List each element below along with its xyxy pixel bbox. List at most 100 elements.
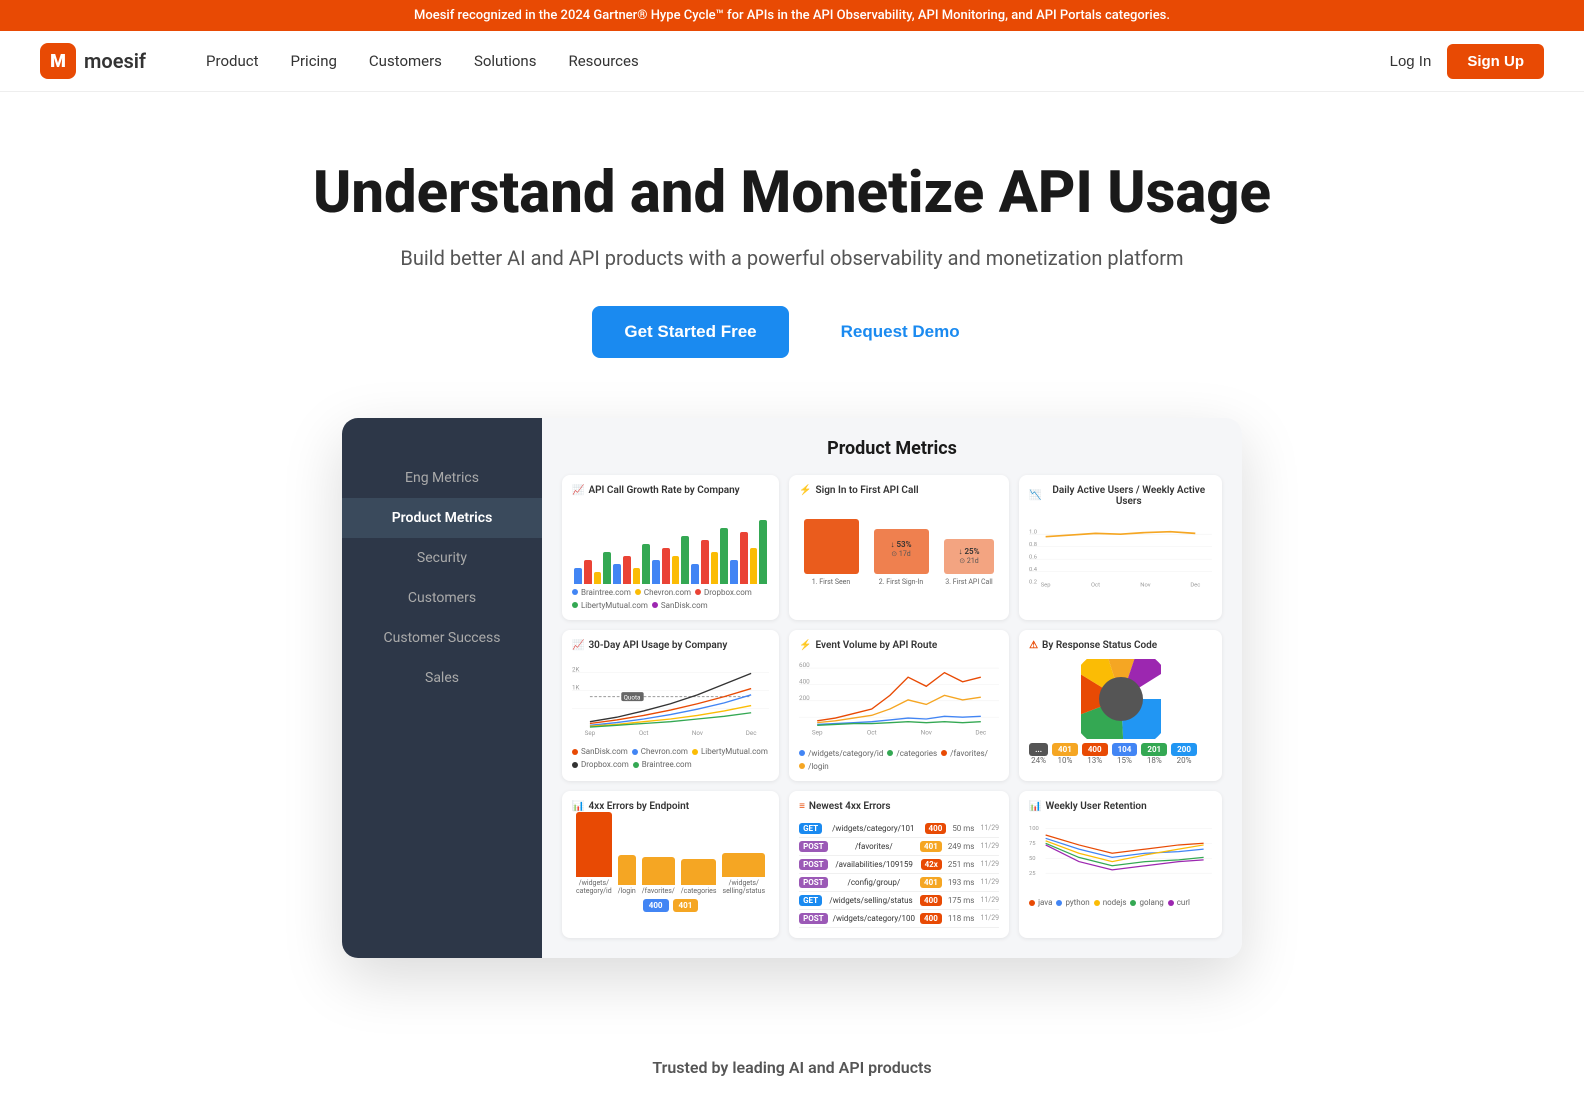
svg-text:Sep: Sep — [812, 728, 823, 736]
chart-icon-4xx: 📊 — [572, 801, 584, 812]
svg-text:Oct: Oct — [639, 729, 649, 737]
svg-text:100: 100 — [1029, 826, 1039, 832]
signup-button[interactable]: Sign Up — [1447, 44, 1544, 79]
nav-solutions[interactable]: Solutions — [474, 52, 537, 70]
charts-grid: 📈 API Call Growth Rate by Company — [562, 475, 1222, 938]
pie-chart-status — [1029, 659, 1212, 739]
svg-text:600: 600 — [799, 661, 810, 669]
sidebar-item-sales[interactable]: Sales — [342, 658, 542, 698]
chart-event-volume: ⚡ Event Volume by API Route 600 400 200 — [789, 630, 1009, 781]
svg-text:25: 25 — [1029, 870, 1036, 876]
svg-text:2. First Sign-In: 2. First Sign-In — [879, 578, 924, 586]
chart-weekly-retention: 📊 Weekly User Retention 100 75 50 25 — [1019, 791, 1222, 938]
line-chart-event: 600 400 200 Sep Oct Nov Dec — [799, 659, 999, 741]
chart-legend-retention: java python nodejs golang curl — [1029, 898, 1212, 907]
nav-resources[interactable]: Resources — [568, 52, 638, 70]
error-row: POST /widgets/category/100 400 118 ms 11… — [799, 910, 999, 928]
get-started-button[interactable]: Get Started Free — [592, 306, 788, 358]
hero-headline: Understand and Monetize API Usage — [40, 162, 1544, 226]
nav-product[interactable]: Product — [206, 52, 258, 70]
request-demo-button[interactable]: Request Demo — [809, 306, 992, 358]
status-code-row: ... 24% 401 10% 400 13% 104 — [1029, 743, 1212, 765]
login-button[interactable]: Log In — [1390, 53, 1432, 70]
svg-text:Oct: Oct — [1091, 582, 1100, 588]
svg-text:2K: 2K — [572, 665, 580, 673]
sidebar-item-eng-metrics[interactable]: Eng Metrics — [342, 458, 542, 498]
error-row: GET /widgets/category/101 400 50 ms 11/2… — [799, 820, 999, 838]
svg-text:1.0: 1.0 — [1029, 529, 1037, 535]
hero-section: Understand and Monetize API Usage Build … — [0, 92, 1584, 998]
chart-4xx-errors: 📊 4xx Errors by Endpoint /widgets/catego… — [562, 791, 779, 938]
svg-text:0.4: 0.4 — [1029, 567, 1038, 573]
sidebar-item-product-metrics[interactable]: Product Metrics — [342, 498, 542, 538]
dashboard-sidebar: Eng Metrics Product Metrics Security Cus… — [342, 418, 542, 958]
sidebar-item-customer-success[interactable]: Customer Success — [342, 618, 542, 658]
dashboard-main: Product Metrics 📈 API Call Growth Rate b… — [542, 418, 1242, 958]
line-chart-30day: 2K 1K Quota Sep Oct — [572, 659, 769, 740]
chart-icon-growth: 📈 — [572, 485, 584, 496]
svg-text:↓ 25%: ↓ 25% — [959, 547, 980, 556]
bar-chart-4xx: /widgets/category/id /login /favorites/ — [572, 820, 769, 895]
navbar: M moesif Product Pricing Customers Solut… — [0, 31, 1584, 92]
chart-api-call-growth: 📈 API Call Growth Rate by Company — [562, 475, 779, 620]
chart-30day-usage: 📈 30-Day API Usage by Company 2K 1K Quot… — [562, 630, 779, 781]
chart-icon-funnel: ⚡ — [799, 485, 811, 496]
error-list: GET /widgets/category/101 400 50 ms 11/2… — [799, 820, 999, 928]
chart-icon-retention: 📊 — [1029, 801, 1041, 812]
svg-text:Oct: Oct — [867, 728, 877, 736]
chart-icon-event: ⚡ — [799, 640, 811, 651]
error-row: POST /config/group/ 401 193 ms 11/29 — [799, 874, 999, 892]
svg-text:Sep: Sep — [585, 729, 596, 737]
line-chart-retention: 100 75 50 25 — [1029, 820, 1212, 891]
svg-text:400: 400 — [799, 677, 810, 685]
svg-text:Nov: Nov — [1140, 582, 1150, 588]
funnel-chart: 1. First Seen 2. First Sign-In 3. First … — [799, 504, 999, 594]
svg-text:Nov: Nov — [921, 728, 932, 736]
line-chart-dau: 1.0 0.8 0.6 0.4 0.2 Sep Oct Nov Dec — [1029, 515, 1212, 595]
svg-text:⊙ 17d: ⊙ 17d — [891, 550, 910, 558]
svg-text:↓ 53%: ↓ 53% — [891, 540, 912, 549]
nav-actions: Log In Sign Up — [1390, 44, 1544, 79]
hero-buttons: Get Started Free Request Demo — [40, 306, 1544, 358]
svg-text:Sep: Sep — [1041, 582, 1051, 588]
svg-text:200: 200 — [799, 694, 810, 702]
nav-pricing[interactable]: Pricing — [291, 52, 337, 70]
chart-icon-30day: 📈 — [572, 640, 584, 651]
bar-chart-growth — [572, 504, 769, 584]
svg-text:0.8: 0.8 — [1029, 542, 1037, 548]
chart-icon-list: ≡ — [799, 801, 805, 812]
chart-response-status: ⚠ By Response Status Code — [1019, 630, 1222, 781]
svg-text:3. First API Call: 3. First API Call — [945, 578, 993, 586]
chart-icon-dau: 📉 — [1029, 490, 1041, 501]
svg-text:1K: 1K — [572, 683, 580, 691]
hero-subheadline: Build better AI and API products with a … — [40, 246, 1544, 270]
svg-text:50: 50 — [1029, 856, 1036, 862]
svg-text:Dec: Dec — [746, 729, 757, 737]
logo[interactable]: M moesif — [40, 43, 146, 79]
error-row: GET /widgets/selling/status 400 175 ms 1… — [799, 892, 999, 910]
chart-newest-4xx: ≡ Newest 4xx Errors GET /widgets/categor… — [789, 791, 1009, 938]
svg-text:⊙ 21d: ⊙ 21d — [959, 557, 978, 565]
sidebar-item-customers[interactable]: Customers — [342, 578, 542, 618]
4xx-badge-row: 400 401 — [572, 899, 769, 912]
svg-text:Dec: Dec — [975, 728, 987, 736]
svg-text:75: 75 — [1029, 841, 1036, 847]
svg-text:Quota: Quota — [624, 693, 641, 701]
chart-legend-30day: SanDisk.com Chevron.com LibertyMutual.co… — [572, 747, 769, 769]
error-row: POST /availabilities/109159 42x 251 ms 1… — [799, 856, 999, 874]
dashboard-mockup: Eng Metrics Product Metrics Security Cus… — [342, 418, 1242, 958]
svg-text:Dec: Dec — [1190, 582, 1200, 588]
svg-text:0.6: 0.6 — [1029, 554, 1037, 560]
error-row: POST /favorites/ 401 249 ms 11/29 — [799, 838, 999, 856]
svg-text:0.2: 0.2 — [1029, 579, 1038, 585]
nav-customers[interactable]: Customers — [369, 52, 442, 70]
announcement-banner: Moesif recognized in the 2024 Gartner® H… — [0, 0, 1584, 31]
chart-funnel: ⚡ Sign In to First API Call 1. Fir — [789, 475, 1009, 620]
dashboard-title: Product Metrics — [562, 438, 1222, 459]
logo-icon: M — [40, 43, 76, 79]
logo-text: moesif — [84, 49, 146, 73]
chart-legend-event: /widgets/category/id /categories /favori… — [799, 749, 999, 771]
sidebar-item-security[interactable]: Security — [342, 538, 542, 578]
chart-icon-status: ⚠ — [1029, 640, 1038, 651]
chart-dau-wau: 📉 Daily Active Users / Weekly Active Use… — [1019, 475, 1222, 620]
